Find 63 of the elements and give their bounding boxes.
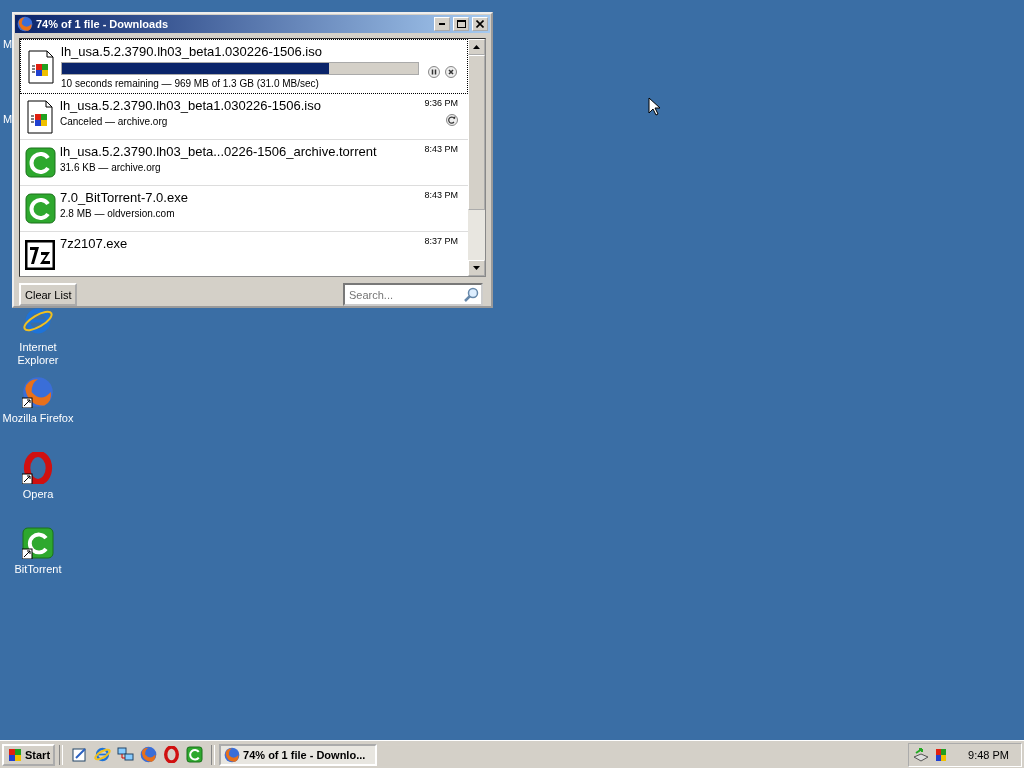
ring-logo-icon[interactable] [163, 746, 181, 763]
file-name: lh_usa.5.2.3790.lh03_beta1.030226-1506.iso [61, 44, 323, 59]
download-status: 31.6 KB — archive.org [60, 162, 162, 173]
browser-icon[interactable] [94, 746, 112, 763]
network-icon[interactable] [913, 746, 929, 763]
taskbar-button[interactable]: 74% of 1 file - Downlo... [219, 743, 378, 766]
clock: 9:48 PM [968, 748, 1009, 761]
retry-icon[interactable] [446, 114, 458, 126]
icon-label[interactable]: BitTorrent [14, 563, 62, 576]
up-arrow-icon[interactable] [473, 45, 480, 49]
close-icon [476, 20, 484, 28]
shortcut-ring-logo-icon[interactable] [22, 452, 54, 484]
globe-fox-icon [224, 746, 241, 763]
globe-fox-icon[interactable] [140, 746, 158, 763]
clear-list-button[interactable]: Clear List [19, 283, 78, 306]
maximize-button[interactable] [453, 17, 469, 31]
document-flag-icon [27, 49, 55, 84]
swirl-logo-icon [24, 193, 56, 224]
download-row[interactable]: 7z2107.exe 8:37 PM [20, 232, 468, 276]
download-row[interactable]: lh_usa.5.2.3790.lh03_beta...0226-1506_archive.torrent 31.6 KB — archive.org 8:43 PM [20, 140, 468, 186]
download-time: 8:37 PM [424, 236, 458, 246]
close-button[interactable] [472, 17, 488, 31]
pause-icon[interactable] [428, 66, 440, 78]
computers-icon[interactable] [117, 746, 135, 763]
download-time: 9:36 PM [424, 98, 458, 108]
notepad-icon[interactable] [71, 746, 89, 763]
cancel-icon[interactable] [445, 66, 457, 78]
download-status: Canceled — archive.org [60, 116, 169, 127]
swirl-logo-icon [24, 147, 56, 178]
file-name: lh_usa.5.2.3790.lh03_beta...0226-1506_archive.torrent [60, 144, 378, 159]
window-title: 74% of 1 file - Downloads [36, 18, 170, 30]
icon-label[interactable]: Mozilla Firefox [2, 412, 74, 425]
scrollbar[interactable] [468, 39, 485, 276]
file-name: 7.0_BitTorrent-7.0.exe [60, 190, 189, 205]
file-name: 7z2107.exe [60, 236, 129, 251]
download-status: 10 seconds remaining — 969 MB of 1.3 GB (31.0 MB/sec) [61, 78, 320, 89]
document-flag-icon [26, 99, 54, 134]
shortcut-globe-fox-icon[interactable] [22, 376, 54, 408]
download-status: 2.8 MB — oldversion.com [60, 208, 176, 219]
icon-label[interactable]: Opera [22, 488, 54, 501]
download-time: 8:43 PM [424, 144, 458, 154]
globe-fox-icon[interactable] [17, 16, 33, 32]
shortcut-swirl-logo-icon[interactable] [22, 527, 54, 559]
icon-label[interactable]: Internet Explorer [0, 341, 78, 367]
search-field[interactable]: Search... [343, 283, 483, 306]
maximize-icon [456, 20, 466, 28]
file-name: lh_usa.5.2.3790.lh03_beta1.030226-1506.iso [60, 98, 322, 113]
icon-label[interactable]: M [3, 38, 13, 50]
minimize-button[interactable] [434, 17, 450, 31]
archive-logo-icon [25, 239, 55, 270]
search-icon[interactable] [463, 287, 479, 303]
download-row[interactable]: lh_usa.5.2.3790.lh03_beta1.030226-1506.iso 10 seconds remaining — 969 MB of 1.3 GB (31.0 MB/sec) [20, 39, 468, 94]
down-arrow-icon[interactable] [473, 266, 480, 270]
minimize-icon [439, 23, 445, 25]
flag-icon[interactable] [933, 746, 949, 763]
windows-logo-icon [7, 747, 23, 762]
swirl-logo-icon[interactable] [186, 746, 204, 763]
download-time: 8:43 PM [424, 190, 458, 200]
download-row[interactable]: lh_usa.5.2.3790.lh03_beta1.030226-1506.iso Canceled — archive.org 9:36 PM [20, 94, 468, 140]
start-button[interactable]: Start [2, 743, 56, 766]
pointer-icon [648, 97, 660, 116]
icon-label[interactable]: M [3, 113, 13, 125]
download-row[interactable]: 7.0_BitTorrent-7.0.exe 2.8 MB — oldversion.com 8:43 PM [20, 186, 468, 232]
